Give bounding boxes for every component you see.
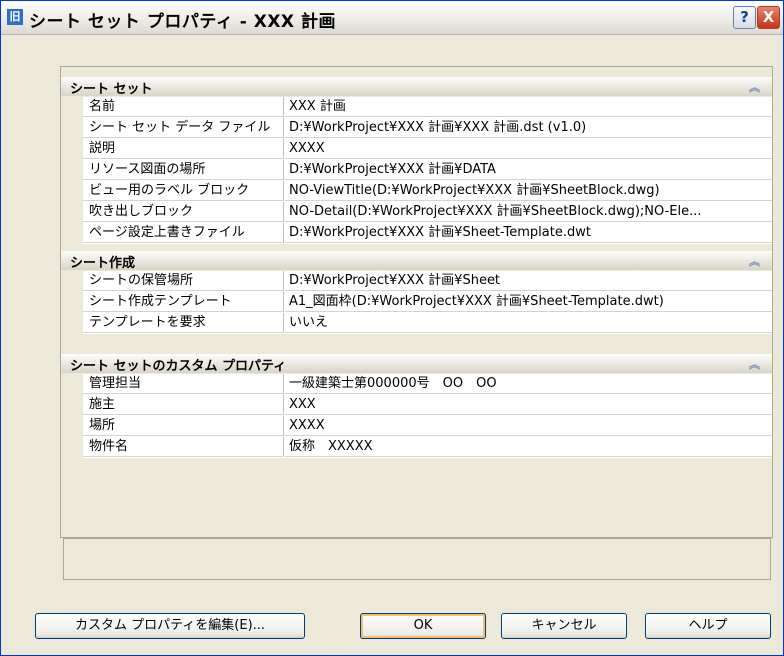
ok-button[interactable]: OK — [360, 613, 486, 639]
cancel-button[interactable]: キャンセル — [501, 613, 627, 639]
property-key: 物件名 — [83, 437, 284, 457]
property-value[interactable]: D:¥WorkProject¥XXX 計画¥DATA — [285, 160, 772, 180]
property-row[interactable]: シートの保管場所 D:¥WorkProject¥XXX 計画¥Sheet — [83, 271, 772, 292]
edit-custom-properties-button[interactable]: カスタム プロパティを編集(E)... — [35, 613, 305, 639]
property-value[interactable]: 一級建築士第000000号 OO OO — [285, 374, 772, 394]
property-row[interactable]: テンプレートを要求 いいえ — [83, 313, 772, 334]
properties-dialog: 旧 シート セット プロパティ - XXX 計画 ? X シート セット ︽ 名… — [0, 0, 784, 656]
property-row[interactable]: 名前 XXX 計画 — [83, 97, 772, 118]
property-value[interactable]: XXXX — [285, 139, 772, 159]
property-key: シート セット データ ファイル — [83, 118, 284, 138]
property-row[interactable]: リソース図面の場所 D:¥WorkProject¥XXX 計画¥DATA — [83, 160, 772, 181]
property-key: 場所 — [83, 416, 284, 436]
property-row[interactable]: 物件名 仮称 XXXXX — [83, 437, 772, 458]
property-row[interactable]: 管理担当 一級建築士第000000号 OO OO — [83, 374, 772, 395]
property-value[interactable]: XXX 計画 — [285, 97, 772, 117]
property-value[interactable]: D:¥WorkProject¥XXX 計画¥Sheet-Template.dwt — [285, 223, 772, 243]
section-header-custom-properties[interactable]: シート セットのカスタム プロパティ ︽ — [61, 354, 772, 374]
property-key: 管理担当 — [83, 374, 284, 394]
collapse-icon[interactable]: ︽ — [749, 356, 760, 372]
property-value[interactable]: XXXX — [285, 416, 772, 436]
app-icon: 旧 — [7, 9, 23, 25]
property-key: 吹き出しブロック — [83, 202, 284, 222]
property-row[interactable]: 施主 XXX — [83, 395, 772, 416]
section-header-sheet-set[interactable]: シート セット ︽ — [61, 77, 772, 97]
property-grid: シート セット ︽ 名前 XXX 計画 シート セット データ ファイル D:¥Wo… — [60, 66, 773, 538]
collapse-icon[interactable]: ︽ — [749, 79, 760, 95]
section-title: シート セット — [70, 82, 153, 97]
property-value[interactable]: D:¥WorkProject¥XXX 計画¥Sheet — [285, 271, 772, 291]
property-value[interactable]: A1_図面枠(D:¥WorkProject¥XXX 計画¥Sheet-Templ… — [285, 292, 772, 312]
property-row[interactable]: シート セット データ ファイル D:¥WorkProject¥XXX 計画¥XX… — [83, 118, 772, 139]
property-key: 施主 — [83, 395, 284, 415]
property-row[interactable]: ビュー用のラベル ブロック NO-ViewTitle(D:¥WorkProject… — [83, 181, 772, 202]
section-title: シート作成 — [70, 256, 136, 271]
description-panel — [63, 538, 771, 580]
property-value[interactable]: NO-Detail(D:¥WorkProject¥XXX 計画¥SheetBlo… — [285, 202, 772, 222]
property-value[interactable]: D:¥WorkProject¥XXX 計画¥XXX 計画.dst (v1.0) — [285, 118, 772, 138]
help-icon[interactable]: ? — [733, 6, 756, 29]
collapse-icon[interactable]: ︽ — [749, 253, 760, 269]
property-value[interactable]: いいえ — [285, 313, 772, 333]
property-row[interactable]: 説明 XXXX — [83, 139, 772, 160]
title-bar: 旧 シート セット プロパティ - XXX 計画 ? X — [1, 1, 783, 35]
section-header-sheet-creation[interactable]: シート作成 ︽ — [61, 251, 772, 271]
section-title: シート セットのカスタム プロパティ — [70, 359, 287, 374]
property-key: 説明 — [83, 139, 284, 159]
property-row[interactable]: ページ設定上書きファイル D:¥WorkProject¥XXX 計画¥Sheet-… — [83, 223, 772, 244]
property-key: 名前 — [83, 97, 284, 117]
dialog-title: シート セット プロパティ - XXX 計画 — [29, 12, 336, 32]
property-row[interactable]: 場所 XXXX — [83, 416, 772, 437]
property-row[interactable]: 吹き出しブロック NO-Detail(D:¥WorkProject¥XXX 計画¥… — [83, 202, 772, 223]
help-button[interactable]: ヘルプ — [645, 613, 771, 639]
property-key: ページ設定上書きファイル — [83, 223, 284, 243]
property-key: ビュー用のラベル ブロック — [83, 181, 284, 201]
property-value[interactable]: 仮称 XXXXX — [285, 437, 772, 457]
property-key: テンプレートを要求 — [83, 313, 284, 333]
close-icon[interactable]: X — [757, 6, 780, 29]
property-key: シート作成テンプレート — [83, 292, 284, 312]
property-value[interactable]: XXX — [285, 395, 772, 415]
property-key: シートの保管場所 — [83, 271, 284, 291]
property-row[interactable]: シート作成テンプレート A1_図面枠(D:¥WorkProject¥XXX 計画¥… — [83, 292, 772, 313]
property-value[interactable]: NO-ViewTitle(D:¥WorkProject¥XXX 計画¥Sheet… — [285, 181, 772, 201]
property-key: リソース図面の場所 — [83, 160, 284, 180]
